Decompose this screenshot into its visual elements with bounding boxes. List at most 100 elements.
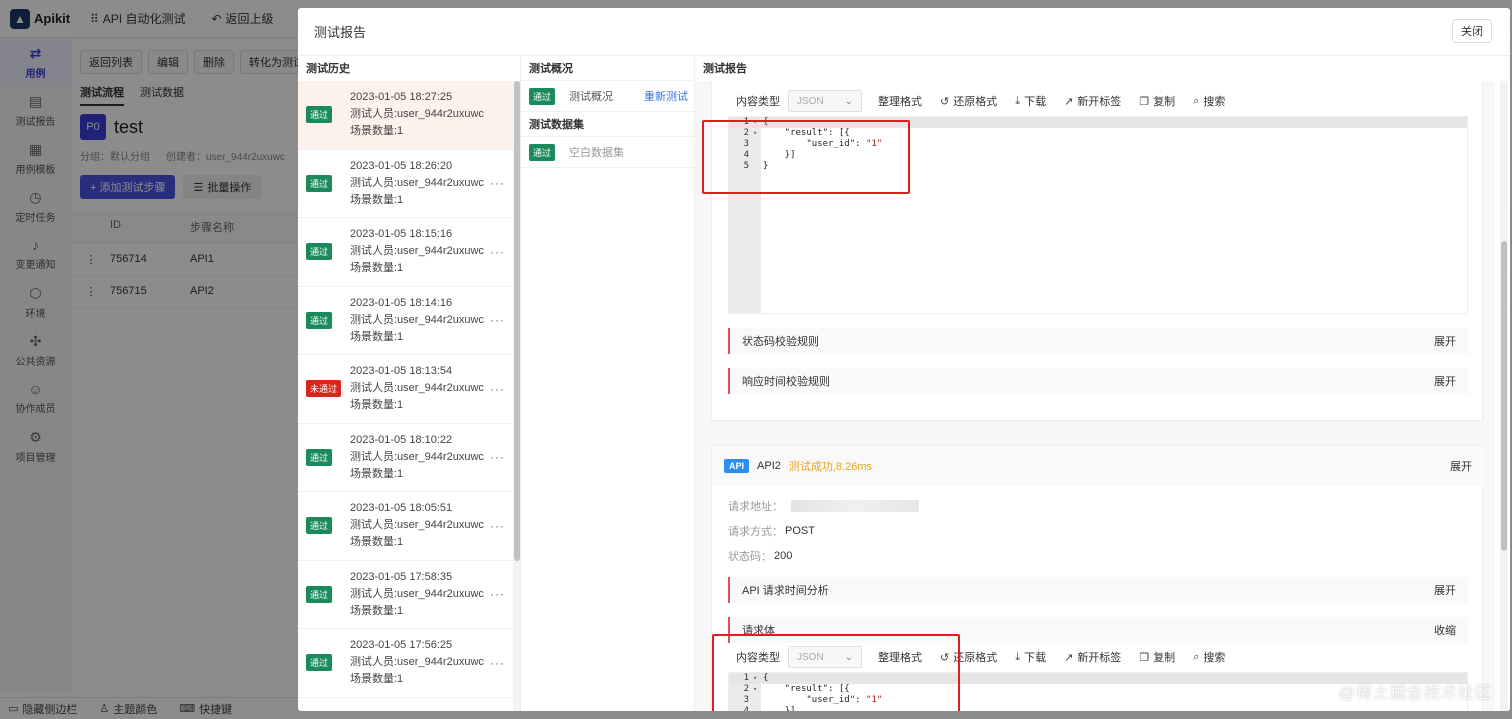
highlight-box <box>702 120 910 194</box>
status-rule-label: 状态码校验规则 <box>742 336 819 348</box>
history-time: 2023-01-05 17:56:25 <box>350 639 453 652</box>
timing-row[interactable]: API 请求时间分析 展开 <box>728 577 1468 603</box>
more-icon[interactable]: ··· <box>490 450 505 464</box>
status-badge: 未通过 <box>306 380 342 398</box>
search-icon: ⌕ <box>1193 650 1200 663</box>
content-type-bar: 内容类型 JSON ⌄ 整理格式 ↺ 还原格式 ⤓ 下载 ↗ 新开标签 ❐ 复制 ⌕ 搜索 <box>728 88 1468 114</box>
history-tester: 测试人员:user_944r2uxuwc <box>350 587 484 600</box>
history-scenes: 场景数量:1 <box>350 262 404 275</box>
tool-label: 搜索 <box>1203 96 1226 108</box>
copy-icon: ❐ <box>1139 95 1150 108</box>
history-scenes: 场景数量:1 <box>350 673 404 686</box>
api2-header[interactable]: API API2 测试成功,8.26ms 展开 <box>712 446 1484 486</box>
history-scenes: 场景数量:1 <box>350 536 404 549</box>
more-icon[interactable]: ··· <box>490 587 505 601</box>
history-time: 2023-01-05 18:05:51 <box>350 502 453 515</box>
history-scenes: 场景数量:1 <box>350 193 404 206</box>
history-text: 2023-01-05 18:15:16 测试人员:user_944r2uxuwc… <box>350 226 484 277</box>
tool-search-button[interactable]: ⌕ 搜索 <box>1193 93 1225 109</box>
copy-icon: ❐ <box>1139 651 1150 664</box>
external-link-icon: ↗ <box>1064 651 1074 664</box>
more-icon[interactable]: ··· <box>490 176 505 190</box>
tool-code-button[interactable]: 整理格式 <box>874 93 922 109</box>
status-rule-row[interactable]: 状态码校验规则 展开 <box>728 328 1468 354</box>
tool-download-button[interactable]: ⤓ 下载 <box>1015 93 1046 109</box>
expand-link[interactable]: 展开 <box>1434 582 1456 598</box>
blurred-url <box>791 500 919 512</box>
history-text: 2023-01-05 18:13:54 测试人员:user_944r2uxuwc… <box>350 363 484 414</box>
status-badge: 通过 <box>306 243 333 261</box>
history-tester: 测试人员:user_944r2uxuwc <box>350 313 484 326</box>
search-icon: ⌕ <box>1193 94 1200 107</box>
history-heading: 测试历史 <box>306 63 350 75</box>
history-text: 2023-01-05 18:05:51 测试人员:user_944r2uxuwc… <box>350 500 484 551</box>
tool-restore-button[interactable]: ↺ 还原格式 <box>940 93 997 109</box>
history-tester: 测试人员:user_944r2uxuwc <box>350 656 484 669</box>
history-item[interactable]: 通过 2023-01-05 18:27:25 测试人员:user_944r2ux… <box>298 81 513 150</box>
status-badge: 通过 <box>529 143 556 161</box>
more-icon[interactable]: ··· <box>490 656 505 670</box>
tool-copy-button[interactable]: ❐ 复制 <box>1139 649 1175 665</box>
tool-download-button[interactable]: ⤓ 下载 <box>1015 649 1046 665</box>
tool-external-link-button[interactable]: ↗ 新开标签 <box>1064 93 1121 109</box>
collapse-link[interactable]: 收缩 <box>1434 622 1456 638</box>
tool-external-link-button[interactable]: ↗ 新开标签 <box>1064 649 1121 665</box>
status-code: 状态码： 200 <box>728 550 793 563</box>
restore-icon: ↺ <box>940 95 950 108</box>
history-time: 2023-01-05 18:26:20 <box>350 159 453 172</box>
expand-link[interactable]: 展开 <box>1450 458 1472 474</box>
history-list: 通过 2023-01-05 18:27:25 测试人员:user_944r2ux… <box>298 81 513 698</box>
history-scroll-thumb[interactable] <box>514 81 520 561</box>
more-icon[interactable]: ··· <box>490 519 505 533</box>
close-button[interactable]: 关闭 <box>1452 19 1492 43</box>
editor-tools: 整理格式 ↺ 还原格式 ⤓ 下载 ↗ 新开标签 ❐ 复制 ⌕ 搜索 <box>874 93 1243 109</box>
history-item[interactable]: 通过 2023-01-05 17:56:25 测试人员:user_944r2ux… <box>298 629 513 698</box>
expand-link[interactable]: 展开 <box>1434 333 1456 349</box>
overview-row[interactable]: 通过 测试概况 重新测试 <box>521 80 694 112</box>
download-icon: ⤓ <box>1015 94 1021 107</box>
report-scrollbar[interactable] <box>1500 81 1508 711</box>
test-history-panel: 测试历史 通过 2023-01-05 18:27:25 测试人员:user_94… <box>298 56 521 711</box>
content-type-select[interactable]: JSON ⌄ <box>788 90 862 112</box>
modal-title: 测试报告 <box>314 25 367 40</box>
dataset-label: 空白数据集 <box>569 147 625 159</box>
history-item[interactable]: 通过 2023-01-05 18:05:51 测试人员:user_944r2ux… <box>298 492 513 561</box>
history-item[interactable]: 通过 2023-01-05 18:15:16 测试人员:user_944r2ux… <box>298 218 513 287</box>
tool-search-button[interactable]: ⌕ 搜索 <box>1193 649 1225 665</box>
history-text: 2023-01-05 17:58:35 测试人员:user_944r2uxuwc… <box>350 569 484 620</box>
tool-copy-button[interactable]: ❐ 复制 <box>1139 93 1175 109</box>
history-time: 2023-01-05 18:13:54 <box>350 365 453 378</box>
history-item[interactable]: 通过 2023-01-05 18:10:22 测试人员:user_944r2ux… <box>298 424 513 492</box>
history-item[interactable]: 通过 2023-01-05 18:14:16 测试人员:user_944r2ux… <box>298 287 513 355</box>
history-item[interactable]: 通过 2023-01-05 18:26:20 测试人员:user_944r2ux… <box>298 150 513 218</box>
history-item[interactable]: 未通过 2023-01-05 18:13:54 测试人员:user_944r2u… <box>298 355 513 424</box>
dataset-row[interactable]: 通过 空白数据集 <box>521 136 694 168</box>
api-name: API2 <box>757 460 781 472</box>
history-text: 2023-01-05 17:56:25 测试人员:user_944r2uxuwc… <box>350 637 484 688</box>
time-rule-row[interactable]: 响应时间校验规则 展开 <box>728 368 1468 394</box>
history-scenes: 场景数量:1 <box>350 399 404 412</box>
history-scenes: 场景数量:1 <box>350 330 404 343</box>
history-item[interactable]: 通过 2023-01-05 17:58:35 测试人员:user_944r2ux… <box>298 561 513 629</box>
chevron-down-icon: ⌄ <box>844 95 853 107</box>
overview-label: 测试概况 <box>569 91 614 103</box>
tool-label: 新开标签 <box>1077 652 1122 664</box>
history-tester: 测试人员:user_944r2uxuwc <box>350 245 484 258</box>
content-type-label: 内容类型 <box>736 96 780 108</box>
history-tester: 测试人员:user_944r2uxuwc <box>350 108 484 121</box>
status-badge: 通过 <box>306 585 333 603</box>
dataset-heading: 测试数据集 <box>529 119 584 131</box>
more-icon[interactable]: ··· <box>490 245 505 259</box>
rerun-link[interactable]: 重新测试 <box>644 88 688 104</box>
more-icon[interactable]: ··· <box>490 382 505 396</box>
more-icon[interactable]: ··· <box>490 313 505 327</box>
status-badge: 通过 <box>306 311 333 329</box>
report-scroll-thumb[interactable] <box>1501 241 1507 551</box>
expand-link[interactable]: 展开 <box>1434 373 1456 389</box>
history-scrollbar[interactable] <box>513 81 520 711</box>
request-method: 请求方式： POST <box>728 525 815 538</box>
api-status: 测试成功,8.26ms <box>788 461 873 473</box>
history-text: 2023-01-05 18:10:22 测试人员:user_944r2uxuwc… <box>350 432 484 483</box>
tool-label: 复制 <box>1153 652 1176 664</box>
history-scenes: 场景数量:1 <box>350 604 404 617</box>
